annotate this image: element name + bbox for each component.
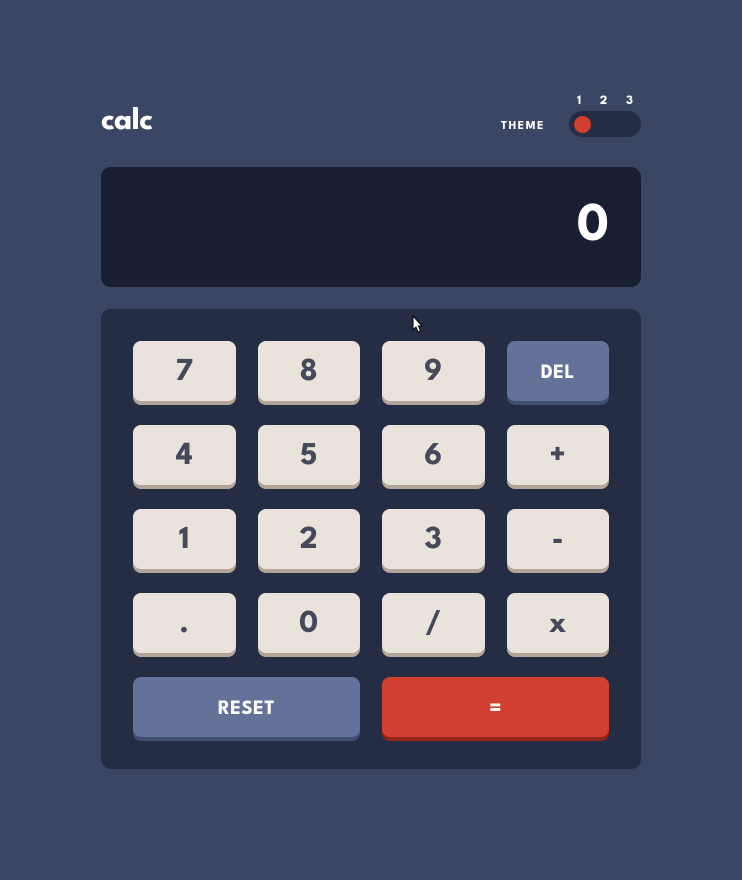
key-3[interactable]: 3 xyxy=(382,509,485,569)
theme-switcher: THEME 1 2 3 xyxy=(501,95,641,137)
key-0[interactable]: 0 xyxy=(258,593,361,653)
key-reset[interactable]: RESET xyxy=(133,677,360,737)
theme-option-2[interactable]: 2 xyxy=(600,95,607,107)
theme-option-1[interactable]: 1 xyxy=(577,95,581,107)
display: 0 xyxy=(101,167,641,287)
key-1[interactable]: 1 xyxy=(133,509,236,569)
app-title: calc xyxy=(101,108,152,137)
key-decimal[interactable]: . xyxy=(133,593,236,653)
key-equals[interactable]: = xyxy=(382,677,609,737)
theme-label: THEME xyxy=(501,121,545,132)
calculator-app: calc THEME 1 2 3 0 7 8 9 DEL 4 5 6 + xyxy=(101,95,641,769)
theme-toggle-track[interactable] xyxy=(569,111,641,137)
header: calc THEME 1 2 3 xyxy=(101,95,641,137)
theme-toggle-group: 1 2 3 xyxy=(569,95,641,137)
key-2[interactable]: 2 xyxy=(258,509,361,569)
key-6[interactable]: 6 xyxy=(382,425,485,485)
key-delete[interactable]: DEL xyxy=(507,341,610,401)
key-5[interactable]: 5 xyxy=(258,425,361,485)
key-8[interactable]: 8 xyxy=(258,341,361,401)
key-multiply[interactable]: x xyxy=(507,593,610,653)
key-9[interactable]: 9 xyxy=(382,341,485,401)
key-7[interactable]: 7 xyxy=(133,341,236,401)
keypad: 7 8 9 DEL 4 5 6 + 1 2 3 - . 0 / x RESET … xyxy=(101,309,641,769)
theme-toggle-numbers: 1 2 3 xyxy=(569,95,641,107)
key-minus[interactable]: - xyxy=(507,509,610,569)
key-4[interactable]: 4 xyxy=(133,425,236,485)
theme-option-3[interactable]: 3 xyxy=(626,95,633,107)
key-plus[interactable]: + xyxy=(507,425,610,485)
display-value: 0 xyxy=(577,202,609,252)
key-divide[interactable]: / xyxy=(382,593,485,653)
theme-toggle-knob[interactable] xyxy=(574,116,591,133)
